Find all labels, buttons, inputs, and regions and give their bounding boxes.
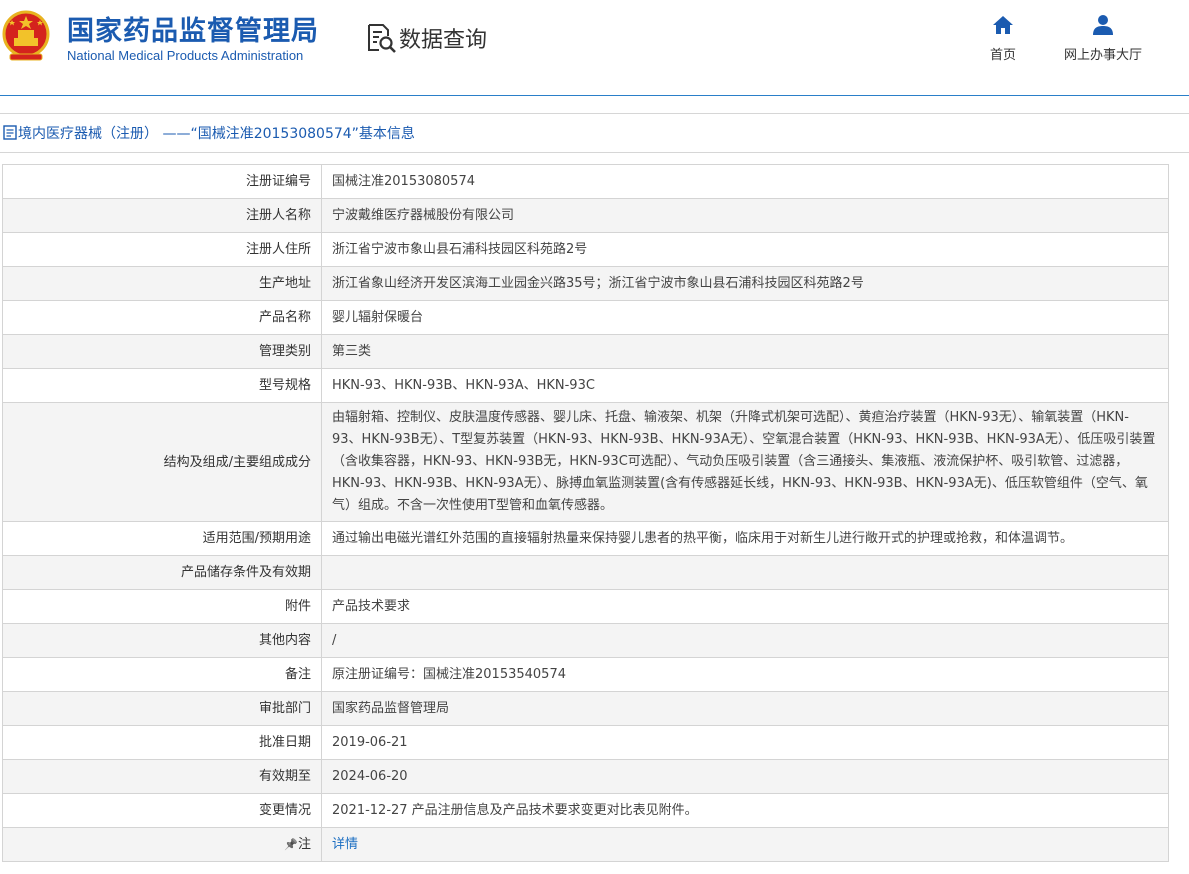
- info-row-value: 国家药品监督管理局: [321, 691, 1169, 726]
- info-row-value: 国械注准20153080574: [321, 164, 1169, 199]
- note-row-label: 📌注: [2, 827, 322, 862]
- info-row-label: 注册证编号: [2, 164, 322, 199]
- info-row: 注册人住所 浙江省宁波市象山县石浦科技园区科苑路2号: [2, 232, 1169, 267]
- info-row-value: 2021-12-27 产品注册信息及产品技术要求变更对比表见附件。: [321, 793, 1169, 828]
- info-row-value: 婴儿辐射保暖台: [321, 300, 1169, 335]
- info-row: 审批部门 国家药品监督管理局: [2, 691, 1169, 726]
- site-header: 国家药品监督管理局 National Medical Products Admi…: [0, 0, 1189, 95]
- info-row-label: 批准日期: [2, 725, 322, 760]
- nav-home-label: 首页: [989, 48, 1016, 63]
- info-row: 注册人名称 宁波戴维医疗器械股份有限公司: [2, 198, 1169, 233]
- info-row-label: 产品储存条件及有效期: [2, 555, 322, 590]
- note-row: 📌注 详情: [2, 827, 1169, 862]
- info-row-value: 原注册证编号：国械注准20153540574: [321, 657, 1169, 692]
- data-query-link[interactable]: 数据查询: [365, 22, 487, 54]
- note-label: 注: [297, 837, 311, 852]
- info-row-label: 变更情况: [2, 793, 322, 828]
- info-row-value: 由辐射箱、控制仪、皮肤温度传感器、婴儿床、托盘、输液架、机架（升降式机架可选配）…: [321, 402, 1169, 522]
- info-row: 备注 原注册证编号：国械注准20153540574: [2, 657, 1169, 692]
- record-title-bar: 境内医疗器械（注册） ——“国械注准20153080574”基本信息: [0, 113, 1189, 153]
- info-row-label: 注册人住所: [2, 232, 322, 267]
- home-icon: [993, 16, 1013, 34]
- info-row-value: HKN-93、HKN-93B、HKN-93A、HKN-93C: [321, 368, 1169, 403]
- pin-icon: 📌: [284, 838, 298, 851]
- record-title: 境内医疗器械（注册） ——“国械注准20153080574”基本信息: [18, 126, 415, 142]
- info-row: 批准日期 2019-06-21: [2, 725, 1169, 760]
- info-row: 其他内容 /: [2, 623, 1169, 658]
- org-name-en: National Medical Products Administration: [67, 48, 304, 63]
- device-info-table: 注册证编号 国械注准20153080574 注册人名称 宁波戴维医疗器械股份有限公司注…: [2, 164, 1169, 862]
- info-row-value: 通过输出电磁光谱红外范围的直接辐射热量来保持婴儿患者的热平衡，临床用于对新生儿进…: [321, 521, 1169, 556]
- info-row: 产品储存条件及有效期: [2, 555, 1169, 590]
- data-query-label: 数据查询: [399, 28, 488, 53]
- info-row-label: 有效期至: [2, 759, 322, 794]
- details-link[interactable]: 详情: [332, 837, 358, 852]
- document-icon: [3, 125, 17, 140]
- nav-home[interactable]: 首页: [948, 14, 1058, 63]
- info-row-value: 产品技术要求: [321, 589, 1169, 624]
- info-row-label: 适用范围/预期用途: [2, 521, 322, 556]
- header-divider: [0, 95, 1189, 96]
- info-row-label: 审批部门: [2, 691, 322, 726]
- info-row-label: 生产地址: [2, 266, 322, 301]
- info-row: 管理类别 第三类: [2, 334, 1169, 369]
- info-row-value: 浙江省象山经济开发区滨海工业园金兴路35号；浙江省宁波市象山县石浦科技园区科苑路…: [321, 266, 1169, 301]
- info-row-label: 备注: [2, 657, 322, 692]
- info-row-value: 第三类: [321, 334, 1169, 369]
- info-row-label: 注册人名称: [2, 198, 322, 233]
- info-row-label: 其他内容: [2, 623, 322, 658]
- info-row-value: 2019-06-21: [321, 725, 1169, 760]
- info-row: 适用范围/预期用途 通过输出电磁光谱红外范围的直接辐射热量来保持婴儿患者的热平衡，…: [2, 521, 1169, 556]
- info-row: 变更情况 2021-12-27 产品注册信息及产品技术要求变更对比表见附件。: [2, 793, 1169, 828]
- info-row-label: 管理类别: [2, 334, 322, 369]
- note-row-value: 详情: [321, 827, 1169, 862]
- info-row: 有效期至 2024-06-20: [2, 759, 1169, 794]
- national-emblem-icon: [2, 10, 50, 61]
- user-icon: [1093, 15, 1113, 35]
- nav-online-service-hall[interactable]: 网上办事大厅: [1048, 14, 1158, 63]
- info-row-value: 2024-06-20: [321, 759, 1169, 794]
- info-row-value: [321, 555, 1169, 590]
- document-search-icon: [368, 24, 396, 53]
- info-row: 生产地址 浙江省象山经济开发区滨海工业园金兴路35号；浙江省宁波市象山县石浦科技园…: [2, 266, 1169, 301]
- info-row-label: 附件: [2, 589, 322, 624]
- info-row: 产品名称 婴儿辐射保暖台: [2, 300, 1169, 335]
- device-info-table-body: 注册证编号 国械注准20153080574 注册人名称 宁波戴维医疗器械股份有限公司注…: [2, 164, 1169, 862]
- info-row-value: 宁波戴维医疗器械股份有限公司: [321, 198, 1169, 233]
- info-row: 结构及组成/主要组成成分 由辐射箱、控制仪、皮肤温度传感器、婴儿床、托盘、输液架、…: [2, 402, 1169, 522]
- info-row-value: 浙江省宁波市象山县石浦科技园区科苑路2号: [321, 232, 1169, 267]
- info-row-label: 产品名称: [2, 300, 322, 335]
- info-row-label: 型号规格: [2, 368, 322, 403]
- nav-online-service-hall-label: 网上办事大厅: [1063, 48, 1142, 63]
- info-row-label: 结构及组成/主要组成成分: [2, 402, 322, 522]
- info-row: 型号规格 HKN-93、HKN-93B、HKN-93A、HKN-93C: [2, 368, 1169, 403]
- org-name-cn: 国家药品监督管理局: [67, 16, 319, 47]
- info-row-value: /: [321, 623, 1169, 658]
- info-row: 注册证编号 国械注准20153080574: [2, 164, 1169, 199]
- info-row: 附件 产品技术要求: [2, 589, 1169, 624]
